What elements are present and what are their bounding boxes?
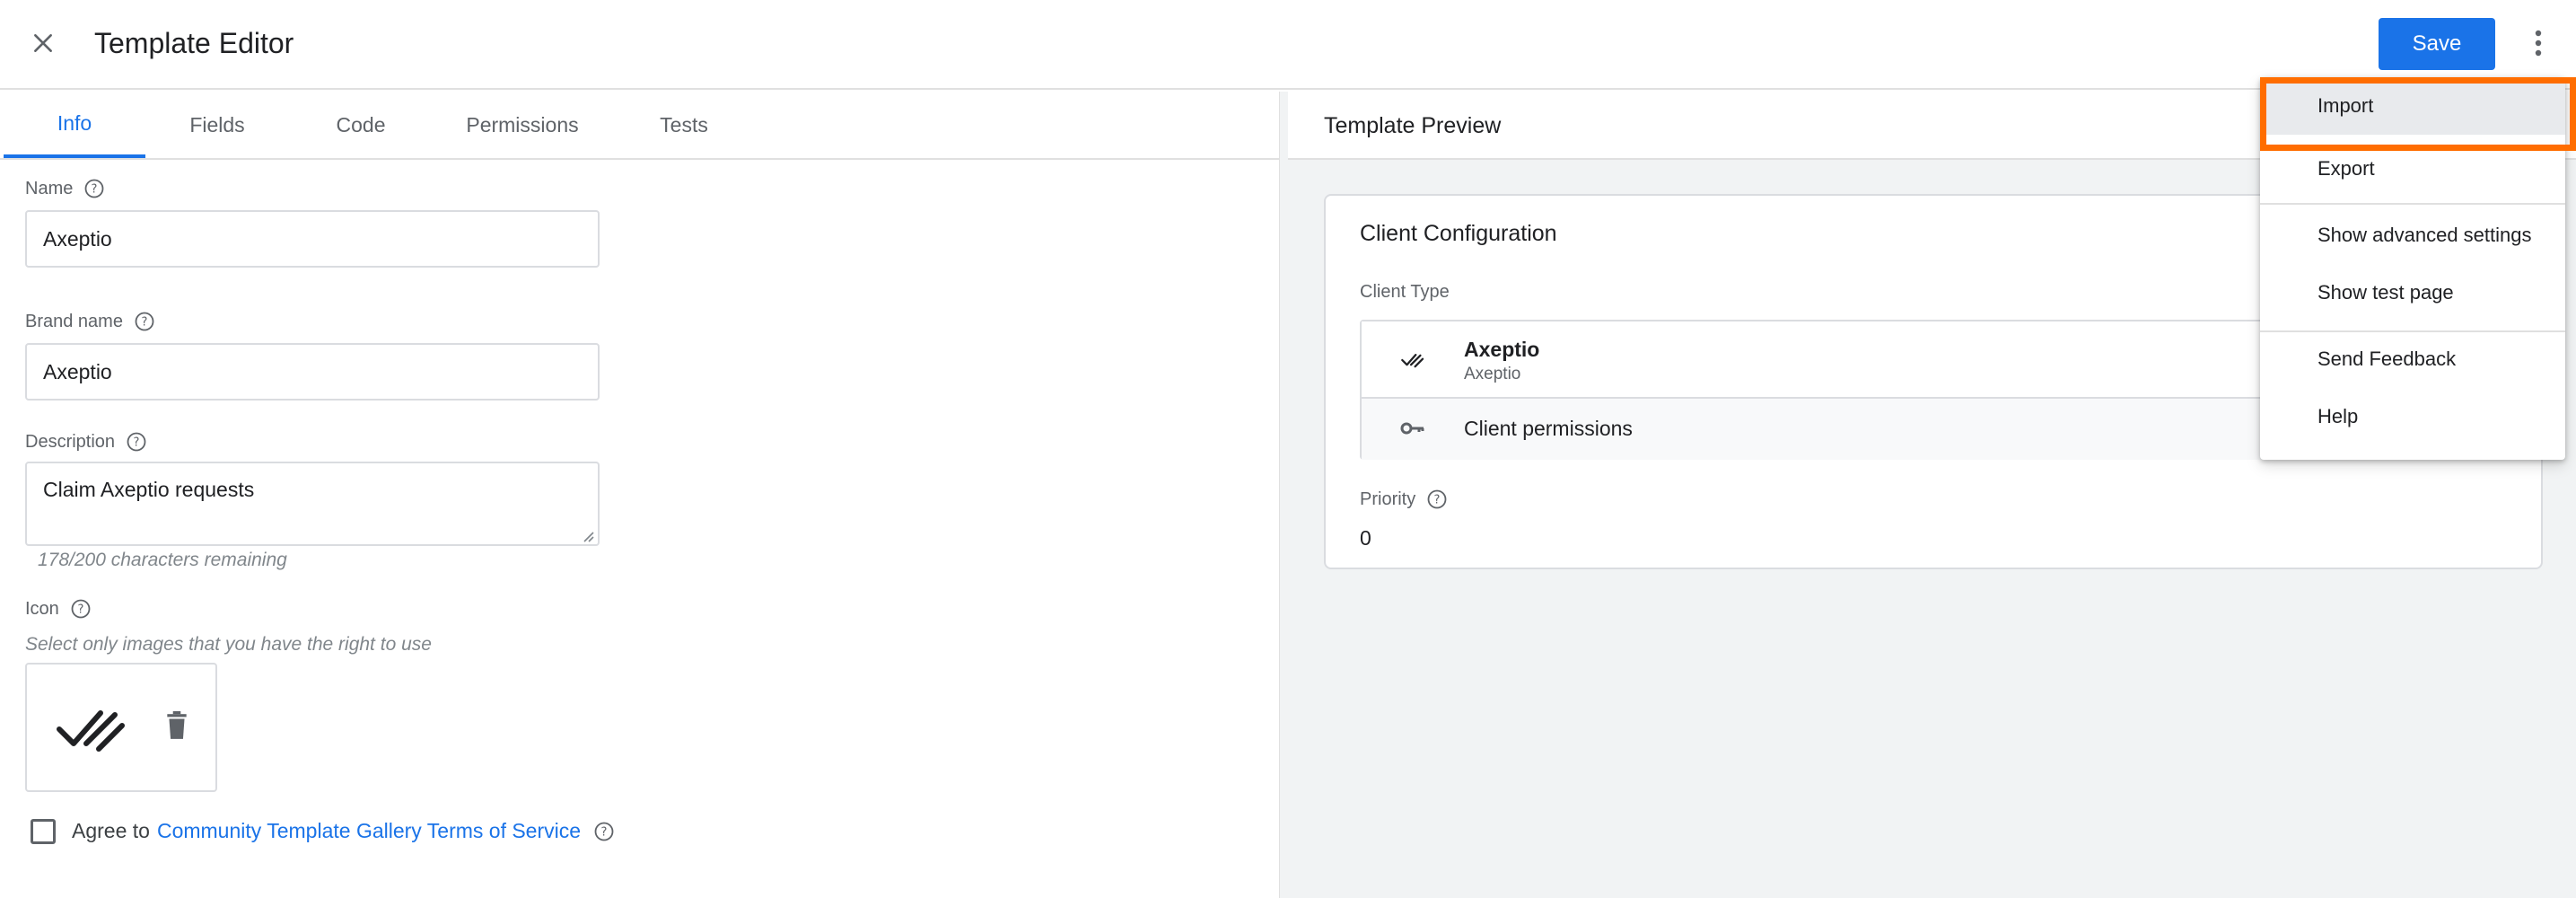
description-textarea[interactable]: Claim Axeptio requests <box>25 462 600 546</box>
agree-text: Agree to <box>72 819 150 842</box>
help-circle-icon[interactable]: ? <box>134 311 155 332</box>
help-circle-icon[interactable]: ? <box>83 178 105 199</box>
svg-text:?: ? <box>142 316 148 330</box>
name-label-text: Name <box>25 178 74 198</box>
delete-icon-button[interactable] <box>165 711 192 744</box>
agree-checkbox[interactable] <box>31 819 56 844</box>
save-button[interactable]: Save <box>2379 18 2495 70</box>
name-input[interactable] <box>25 210 600 268</box>
menu-item-import[interactable]: Import <box>2260 77 2565 135</box>
close-button[interactable] <box>23 23 63 63</box>
icon-label: Icon ? <box>25 598 92 620</box>
pane-splitter[interactable] <box>1279 92 1288 898</box>
app-header: Template Editor Save <box>0 0 2576 90</box>
card-title: Client Configuration <box>1360 221 1557 246</box>
description-label: Description ? <box>25 431 147 453</box>
menu-item-export[interactable]: Export <box>2260 140 2565 198</box>
menu-item-help[interactable]: Help <box>2260 388 2565 445</box>
tab-code[interactable]: Code <box>289 92 433 158</box>
more-options-button[interactable] <box>2519 23 2558 63</box>
menu-item-show-advanced-settings[interactable]: Show advanced settings <box>2260 207 2565 264</box>
brand-name-input[interactable] <box>25 343 600 401</box>
more-options-menu: Import Export Show advanced settings Sho… <box>2260 77 2565 460</box>
description-label-text: Description <box>25 431 116 452</box>
resize-grip-icon[interactable] <box>582 530 594 542</box>
axeptio-check-icon <box>1399 347 1426 374</box>
menu-item-show-test-page[interactable]: Show test page <box>2260 264 2565 321</box>
svg-text:?: ? <box>77 603 83 617</box>
priority-label-text: Priority <box>1360 489 1416 509</box>
menu-divider <box>2260 203 2565 205</box>
trash-icon <box>167 711 187 739</box>
close-icon <box>34 34 52 52</box>
priority-value: 0 <box>1360 526 1371 550</box>
terms-of-service-link[interactable]: Community Template Gallery Terms of Serv… <box>157 819 581 843</box>
client-name: Axeptio <box>1464 338 1540 361</box>
tab-info[interactable]: Info <box>4 92 145 158</box>
brand-name-label-text: Brand name <box>25 311 123 331</box>
page-title: Template Editor <box>94 27 294 59</box>
svg-text:?: ? <box>601 825 608 839</box>
name-label: Name ? <box>25 178 105 199</box>
tab-tests[interactable]: Tests <box>612 92 756 158</box>
help-circle-icon[interactable]: ? <box>126 431 147 453</box>
agree-row: Agree to Community Template Gallery Term… <box>72 819 615 843</box>
key-icon <box>1399 415 1426 442</box>
tab-bar: Info Fields Code Permissions Tests <box>0 92 1279 160</box>
svg-text:?: ? <box>134 436 140 450</box>
tab-fields[interactable]: Fields <box>145 92 289 158</box>
icon-hint: Select only images that you have the rig… <box>25 634 432 655</box>
more-vert-icon <box>2535 30 2542 57</box>
svg-text:?: ? <box>92 183 98 197</box>
editor-pane: Info Fields Code Permissions Tests Name … <box>0 92 1279 898</box>
description-char-count: 178/200 characters remaining <box>38 550 287 570</box>
menu-item-send-feedback[interactable]: Send Feedback <box>2260 330 2565 388</box>
help-circle-icon[interactable]: ? <box>1426 489 1448 510</box>
help-circle-icon[interactable]: ? <box>70 598 92 620</box>
preview-title: Template Preview <box>1324 113 1502 138</box>
tab-permissions[interactable]: Permissions <box>433 92 612 158</box>
axeptio-check-icon <box>57 710 125 752</box>
help-circle-icon[interactable]: ? <box>593 821 615 842</box>
client-permissions-label: Client permissions <box>1464 417 1633 440</box>
client-subtitle: Axeptio <box>1464 365 1521 383</box>
brand-name-label: Brand name ? <box>25 311 155 332</box>
icon-preview-box[interactable] <box>25 663 217 792</box>
icon-label-text: Icon <box>25 598 59 619</box>
priority-label: Priority ? <box>1360 489 1448 510</box>
client-type-label: Client Type <box>1360 282 1450 302</box>
svg-text:?: ? <box>1434 494 1441 507</box>
